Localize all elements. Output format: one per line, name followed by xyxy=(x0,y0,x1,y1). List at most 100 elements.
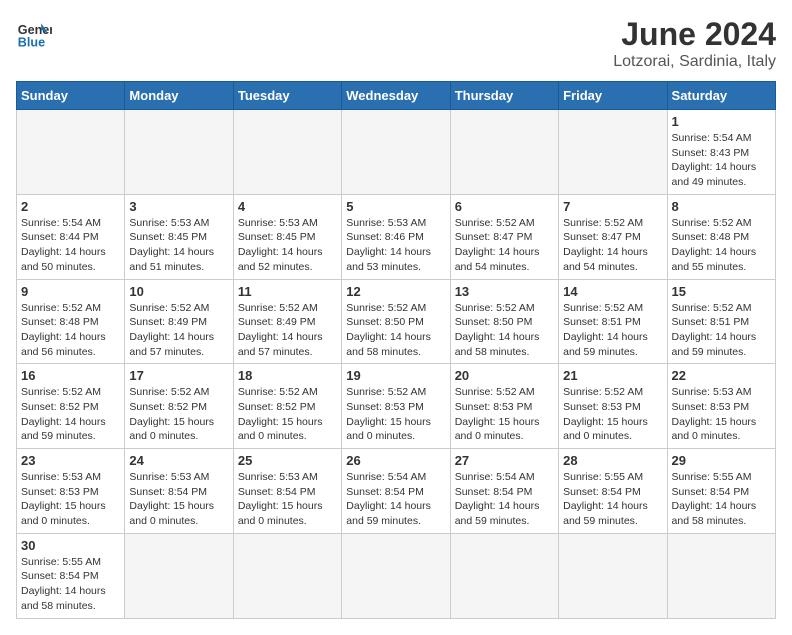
calendar-day-cell: 1Sunrise: 5:54 AM Sunset: 8:43 PM Daylig… xyxy=(667,110,775,195)
day-number: 26 xyxy=(346,453,445,468)
calendar-day-cell xyxy=(17,110,125,195)
calendar-day-cell: 29 Sunrise: 5:55 AM Sunset: 8:54 PM Dayli… xyxy=(667,449,775,534)
calendar-week-row: 2 Sunrise: 5:54 AM Sunset: 8:44 PM Daylig… xyxy=(17,194,776,279)
day-number: 2 xyxy=(21,199,120,214)
day-number: 15 xyxy=(672,284,771,299)
day-number: 18 xyxy=(238,368,337,383)
day-number: 14 xyxy=(563,284,662,299)
day-info: Sunrise: 5:52 AM Sunset: 8:53 PM Dayligh… xyxy=(346,385,445,444)
day-info: Sunrise: 5:52 AM Sunset: 8:47 PM Dayligh… xyxy=(563,216,662,275)
calendar-day-cell xyxy=(342,533,450,618)
day-info: Sunrise: 5:52 AM Sunset: 8:51 PM Dayligh… xyxy=(563,301,662,360)
day-number: 8 xyxy=(672,199,771,214)
calendar-day-cell xyxy=(342,110,450,195)
calendar-day-cell: 8 Sunrise: 5:52 AM Sunset: 8:48 PM Daylig… xyxy=(667,194,775,279)
day-number: 4 xyxy=(238,199,337,214)
day-info: Sunrise: 5:52 AM Sunset: 8:53 PM Dayligh… xyxy=(563,385,662,444)
day-number: 28 xyxy=(563,453,662,468)
day-number: 19 xyxy=(346,368,445,383)
day-info: Sunrise: 5:52 AM Sunset: 8:52 PM Dayligh… xyxy=(21,385,120,444)
calendar-day-cell: 18 Sunrise: 5:52 AM Sunset: 8:52 PM Dayli… xyxy=(233,364,341,449)
calendar-day-cell: 26 Sunrise: 5:54 AM Sunset: 8:54 PM Dayli… xyxy=(342,449,450,534)
day-number: 23 xyxy=(21,453,120,468)
day-number: 21 xyxy=(563,368,662,383)
logo: General Blue xyxy=(16,16,52,52)
svg-text:Blue: Blue xyxy=(18,36,45,50)
calendar-day-cell: 5Sunrise: 5:53 AM Sunset: 8:46 PM Daylig… xyxy=(342,194,450,279)
day-number: 27 xyxy=(455,453,554,468)
calendar-day-cell: 6 Sunrise: 5:52 AM Sunset: 8:47 PM Daylig… xyxy=(450,194,558,279)
calendar-day-cell: 16 Sunrise: 5:52 AM Sunset: 8:52 PM Dayli… xyxy=(17,364,125,449)
weekday-header-sunday: Sunday xyxy=(17,82,125,110)
calendar-day-cell xyxy=(233,533,341,618)
calendar-day-cell: 10 Sunrise: 5:52 AM Sunset: 8:49 PM Dayli… xyxy=(125,279,233,364)
day-number: 24 xyxy=(129,453,228,468)
calendar-day-cell: 27 Sunrise: 5:54 AM Sunset: 8:54 PM Dayli… xyxy=(450,449,558,534)
calendar-day-cell xyxy=(125,533,233,618)
day-number: 7 xyxy=(563,199,662,214)
day-info: Sunrise: 5:52 AM Sunset: 8:48 PM Dayligh… xyxy=(21,301,120,360)
calendar-day-cell: 12 Sunrise: 5:52 AM Sunset: 8:50 PM Dayli… xyxy=(342,279,450,364)
calendar-day-cell: 4Sunrise: 5:53 AM Sunset: 8:45 PM Daylig… xyxy=(233,194,341,279)
calendar-week-row: 30Sunrise: 5:55 AM Sunset: 8:54 PM Dayli… xyxy=(17,533,776,618)
day-info: Sunrise: 5:52 AM Sunset: 8:52 PM Dayligh… xyxy=(238,385,337,444)
calendar-day-cell xyxy=(559,533,667,618)
day-info: Sunrise: 5:52 AM Sunset: 8:48 PM Dayligh… xyxy=(672,216,771,275)
day-info: Sunrise: 5:52 AM Sunset: 8:52 PM Dayligh… xyxy=(129,385,228,444)
calendar-day-cell: 7 Sunrise: 5:52 AM Sunset: 8:47 PM Daylig… xyxy=(559,194,667,279)
day-number: 16 xyxy=(21,368,120,383)
day-number: 22 xyxy=(672,368,771,383)
calendar-week-row: 9Sunrise: 5:52 AM Sunset: 8:48 PM Daylig… xyxy=(17,279,776,364)
calendar-week-row: 1Sunrise: 5:54 AM Sunset: 8:43 PM Daylig… xyxy=(17,110,776,195)
day-info: Sunrise: 5:53 AM Sunset: 8:54 PM Dayligh… xyxy=(129,470,228,529)
day-number: 10 xyxy=(129,284,228,299)
calendar-day-cell: 25Sunrise: 5:53 AM Sunset: 8:54 PM Dayli… xyxy=(233,449,341,534)
weekday-header-monday: Monday xyxy=(125,82,233,110)
day-number: 20 xyxy=(455,368,554,383)
calendar-day-cell: 23Sunrise: 5:53 AM Sunset: 8:53 PM Dayli… xyxy=(17,449,125,534)
day-info: Sunrise: 5:53 AM Sunset: 8:54 PM Dayligh… xyxy=(238,470,337,529)
day-number: 12 xyxy=(346,284,445,299)
day-info: Sunrise: 5:52 AM Sunset: 8:49 PM Dayligh… xyxy=(129,301,228,360)
calendar-day-cell: 19 Sunrise: 5:52 AM Sunset: 8:53 PM Dayli… xyxy=(342,364,450,449)
day-info: Sunrise: 5:54 AM Sunset: 8:44 PM Dayligh… xyxy=(21,216,120,275)
day-info: Sunrise: 5:52 AM Sunset: 8:50 PM Dayligh… xyxy=(346,301,445,360)
day-info: Sunrise: 5:55 AM Sunset: 8:54 PM Dayligh… xyxy=(21,555,120,614)
day-info: Sunrise: 5:52 AM Sunset: 8:47 PM Dayligh… xyxy=(455,216,554,275)
day-info: Sunrise: 5:53 AM Sunset: 8:45 PM Dayligh… xyxy=(129,216,228,275)
weekday-header-friday: Friday xyxy=(559,82,667,110)
day-number: 1 xyxy=(672,114,771,129)
calendar-day-cell: 2 Sunrise: 5:54 AM Sunset: 8:44 PM Daylig… xyxy=(17,194,125,279)
day-number: 17 xyxy=(129,368,228,383)
calendar-day-cell: 3Sunrise: 5:53 AM Sunset: 8:45 PM Daylig… xyxy=(125,194,233,279)
calendar-day-cell xyxy=(450,110,558,195)
month-title: June 2024 xyxy=(613,16,776,53)
calendar-day-cell: 11 Sunrise: 5:52 AM Sunset: 8:49 PM Dayli… xyxy=(233,279,341,364)
day-number: 11 xyxy=(238,284,337,299)
calendar-day-cell xyxy=(125,110,233,195)
day-number: 29 xyxy=(672,453,771,468)
day-info: Sunrise: 5:55 AM Sunset: 8:54 PM Dayligh… xyxy=(672,470,771,529)
day-info: Sunrise: 5:54 AM Sunset: 8:54 PM Dayligh… xyxy=(455,470,554,529)
page-header: General Blue June 2024 Lotzorai, Sardini… xyxy=(16,16,776,71)
calendar-day-cell: 15 Sunrise: 5:52 AM Sunset: 8:51 PM Dayli… xyxy=(667,279,775,364)
calendar-day-cell: 28 Sunrise: 5:55 AM Sunset: 8:54 PM Dayli… xyxy=(559,449,667,534)
day-number: 6 xyxy=(455,199,554,214)
calendar-day-cell xyxy=(450,533,558,618)
day-info: Sunrise: 5:55 AM Sunset: 8:54 PM Dayligh… xyxy=(563,470,662,529)
calendar-day-cell: 30Sunrise: 5:55 AM Sunset: 8:54 PM Dayli… xyxy=(17,533,125,618)
calendar-day-cell xyxy=(667,533,775,618)
title-area: June 2024 Lotzorai, Sardinia, Italy xyxy=(613,16,776,71)
calendar-week-row: 16 Sunrise: 5:52 AM Sunset: 8:52 PM Dayli… xyxy=(17,364,776,449)
day-info: Sunrise: 5:53 AM Sunset: 8:53 PM Dayligh… xyxy=(672,385,771,444)
day-info: Sunrise: 5:52 AM Sunset: 8:49 PM Dayligh… xyxy=(238,301,337,360)
day-info: Sunrise: 5:52 AM Sunset: 8:51 PM Dayligh… xyxy=(672,301,771,360)
calendar-day-cell: 22 Sunrise: 5:53 AM Sunset: 8:53 PM Dayli… xyxy=(667,364,775,449)
day-number: 5 xyxy=(346,199,445,214)
weekday-header-row: SundayMondayTuesdayWednesdayThursdayFrid… xyxy=(17,82,776,110)
weekday-header-thursday: Thursday xyxy=(450,82,558,110)
day-info: Sunrise: 5:54 AM Sunset: 8:54 PM Dayligh… xyxy=(346,470,445,529)
calendar-day-cell: 24 Sunrise: 5:53 AM Sunset: 8:54 PM Dayli… xyxy=(125,449,233,534)
logo-icon: General Blue xyxy=(16,16,52,52)
calendar-day-cell xyxy=(559,110,667,195)
